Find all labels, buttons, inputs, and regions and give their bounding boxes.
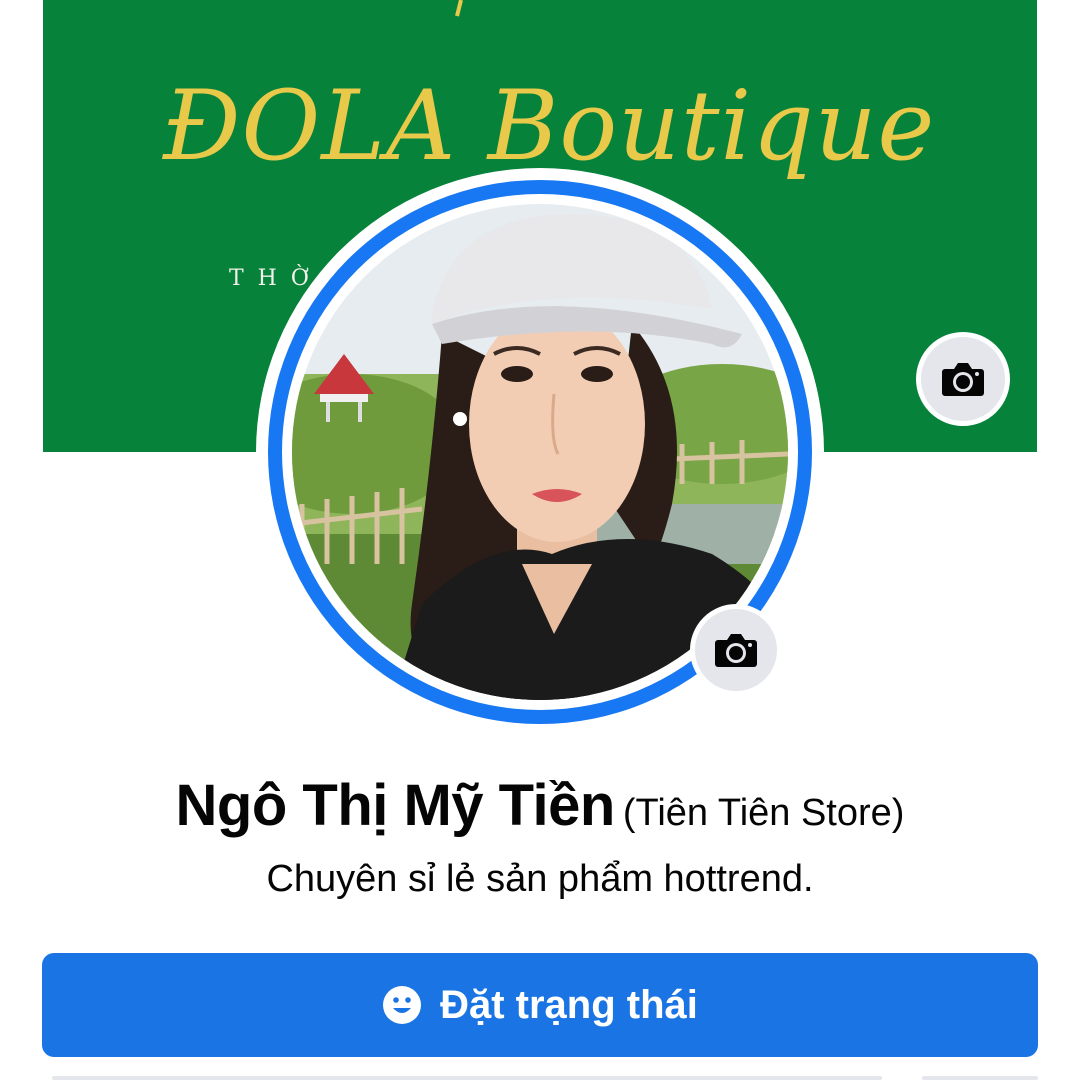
- camera-icon: [715, 634, 757, 667]
- cover-brand-title: ĐOLA Boutique: [163, 70, 936, 182]
- set-status-label: Đặt trạng thái: [440, 982, 698, 1027]
- profile-alternate-name: (Tiên Tiên Store): [622, 792, 905, 834]
- smile-icon: [382, 985, 422, 1025]
- camera-icon: [942, 363, 984, 396]
- edit-cover-photo-button[interactable]: [916, 332, 1010, 426]
- profile-name-row: Ngô Thị Mỹ Tiền (Tiên Tiên Store): [0, 772, 1080, 839]
- profile-page: ĐOLA Boutique THỜ ẸP: [0, 0, 1080, 1080]
- edit-profile-photo-button[interactable]: [690, 604, 782, 696]
- set-status-button[interactable]: Đặt trạng thái: [42, 953, 1038, 1057]
- more-button-edge: [922, 1076, 1038, 1080]
- profile-name: Ngô Thị Mỹ Tiền: [175, 773, 616, 838]
- next-button-edge: [52, 1076, 882, 1080]
- profile-bio: Chuyên sỉ lẻ sản phẩm hottrend.: [266, 858, 814, 900]
